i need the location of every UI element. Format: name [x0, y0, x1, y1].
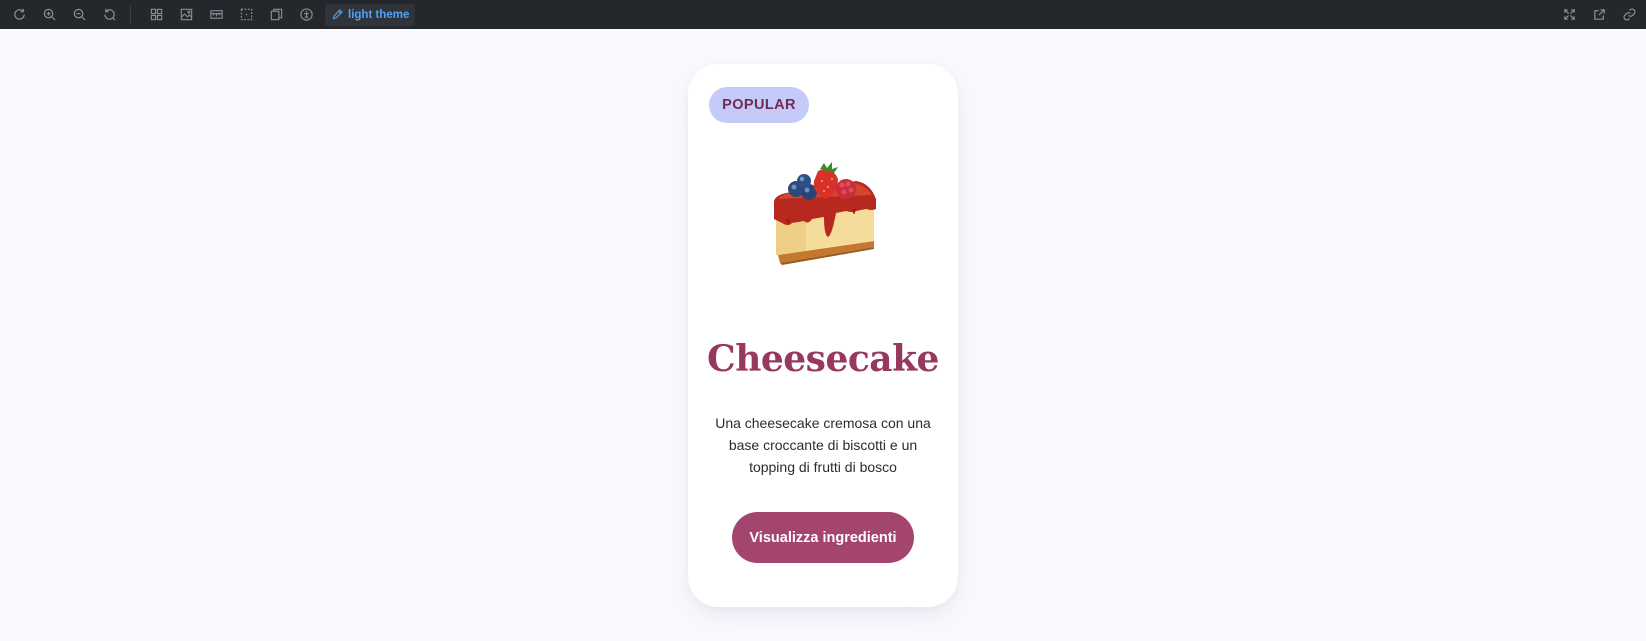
fullscreen-icon[interactable]: [1554, 4, 1584, 26]
open-external-icon[interactable]: [1584, 4, 1614, 26]
popular-badge: POPULAR: [709, 87, 809, 123]
image-icon[interactable]: [171, 4, 201, 26]
pencil-icon: [332, 9, 343, 20]
selection-icon[interactable]: [231, 4, 261, 26]
grid-icon[interactable]: [141, 4, 171, 26]
theme-toggle-label: light theme: [348, 8, 410, 21]
toolbar-divider: [130, 5, 131, 24]
link-icon[interactable]: [1614, 4, 1644, 26]
cheesecake-icon: [766, 159, 878, 271]
layers-icon[interactable]: [261, 4, 291, 26]
zoom-controls: [0, 4, 124, 26]
preview-toolbar: light theme: [0, 0, 1646, 29]
accessibility-icon[interactable]: [291, 4, 321, 26]
view-controls: light theme: [137, 3, 416, 26]
recipe-card: POPULAR Cheesecake Una cheesecake cremos…: [688, 64, 958, 607]
card-title: Cheesecake: [707, 338, 939, 380]
refresh-icon[interactable]: [4, 4, 34, 26]
zoom-in-icon[interactable]: [34, 4, 64, 26]
view-ingredients-button[interactable]: Visualizza ingredienti: [732, 512, 914, 563]
window-controls: [1554, 0, 1644, 29]
card-description: Una cheesecake cremosa con una base croc…: [715, 415, 931, 475]
ruler-icon[interactable]: [201, 4, 231, 26]
reset-zoom-icon[interactable]: [94, 4, 124, 26]
theme-toggle-button[interactable]: light theme: [325, 3, 416, 26]
zoom-out-icon[interactable]: [64, 4, 94, 26]
